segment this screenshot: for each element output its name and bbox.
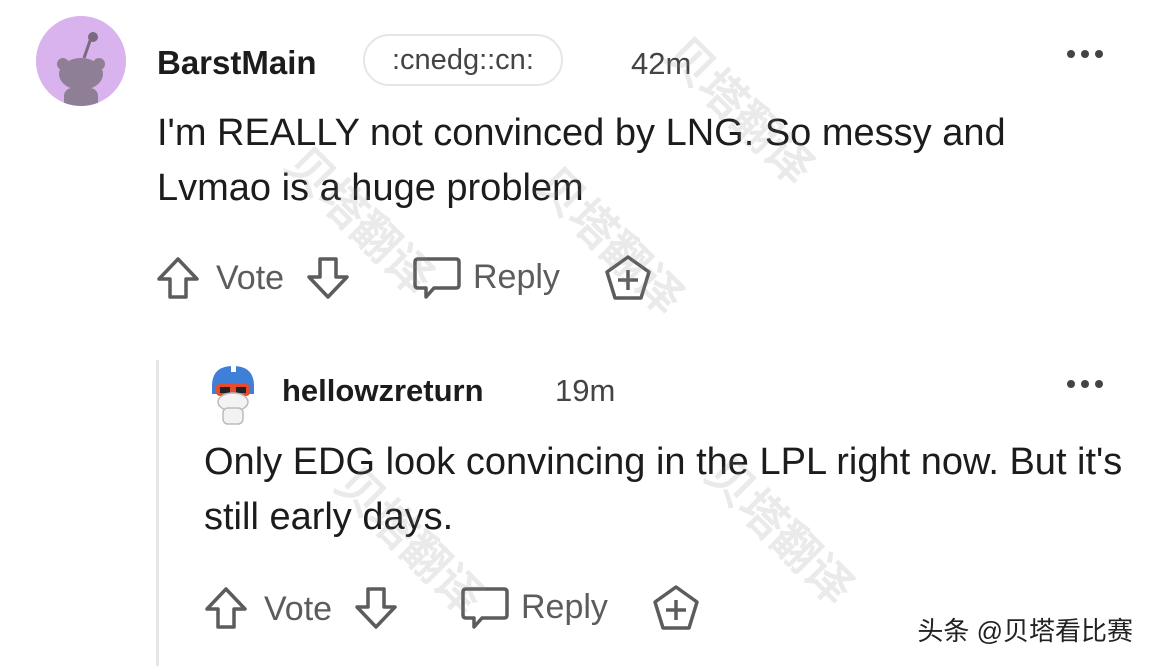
watermark-credit: 头条 @贝塔看比赛 (917, 616, 1133, 646)
arrow-up-icon[interactable] (203, 585, 249, 631)
arrow-down-icon[interactable] (305, 255, 351, 301)
speech-bubble-icon[interactable] (460, 585, 510, 631)
reply-label[interactable]: Reply (473, 257, 560, 297)
comment-body: I'm REALLY not convinced by LNG. So mess… (157, 112, 1006, 209)
reply-label[interactable]: Reply (521, 587, 608, 627)
more-options-icon[interactable] (1063, 44, 1107, 64)
speech-bubble-icon[interactable] (412, 255, 462, 301)
thread-line[interactable] (156, 360, 159, 666)
more-options-icon[interactable] (1063, 374, 1107, 394)
comment-author[interactable]: hellowzreturn (282, 371, 484, 411)
vote-label: Vote (264, 590, 333, 628)
snoo-avatar-icon (36, 16, 126, 106)
comment-author[interactable]: BarstMain (157, 41, 317, 85)
user-flair: :cnedg::cn: (363, 34, 563, 86)
snoo-avatar-icon (212, 362, 254, 425)
comment-timestamp: 42m (631, 46, 692, 81)
comment-timestamp: 19m (555, 373, 616, 408)
award-plus-icon[interactable] (604, 254, 652, 302)
award-plus-icon[interactable] (652, 584, 700, 632)
user-avatar[interactable] (204, 360, 262, 426)
arrow-down-icon[interactable] (353, 585, 399, 631)
comment-body: Only EDG look convincing in the LPL righ… (204, 441, 1123, 538)
user-avatar[interactable] (36, 16, 126, 106)
vote-label: Vote (216, 259, 285, 297)
arrow-up-icon[interactable] (155, 255, 201, 301)
